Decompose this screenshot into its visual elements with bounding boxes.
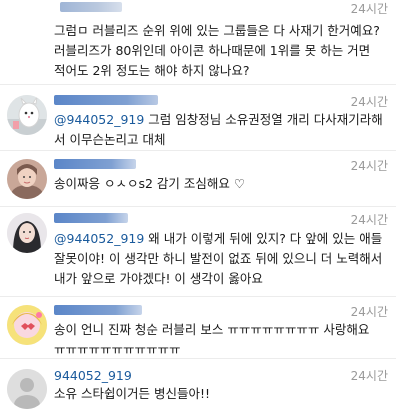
username-blurred[interactable] [54,95,158,105]
comment-item: 944052_919 24시간 소유 스타쉽이거든 병신들아!! [0,358,396,416]
comment-item: 24시간 @944052_919 왜 내가 이렇게 뒤에 있지? 다 앞에 있는… [0,206,396,291]
username-blurred[interactable] [54,213,128,223]
comment-item: 24시간 송이짜응 ㅇㅅㅇs2 감기 조심해요 ♡ [0,150,396,201]
anime-character-avatar-icon[interactable] [7,305,47,345]
username-blurred[interactable] [54,305,142,315]
comment-item: 24시간 송이 언니 진짜 청순 러블리 보스 ㅠㅠㅠㅠㅠㅠㅠㅠ 사랑해요 ㅠㅠ… [0,296,396,359]
comment-timestamp: 24시간 [350,2,388,16]
comment-timestamp: 24시간 [350,369,388,383]
cartoon-character-avatar-icon[interactable] [7,95,47,135]
comment-list: 24시간 그럼ㅁ 러블리즈 순위 위에 있는 그룹들은 다 사재기 한거예요? … [0,0,396,415]
mention-link[interactable]: @944052_919 [54,112,144,127]
comment-item: 24시간 그럼ㅁ 러블리즈 순위 위에 있는 그룹들은 다 사재기 한거예요? … [0,0,396,84]
comment-text: 송이 언니 진짜 청순 러블리 보스 ㅠㅠㅠㅠㅠㅠㅠㅠ 사랑해요 ㅠㅠㅠㅠㅠㅠㅠ… [54,322,370,357]
comment-timestamp: 24시간 [350,305,388,319]
comment-text: 송이짜응 ㅇㅅㅇs2 감기 조심해요 ♡ [54,176,246,191]
comment-timestamp: 24시간 [350,159,388,173]
comment-text: 그럼ㅁ 러블리즈 순위 위에 있는 그룹들은 다 사재기 한거예요? 러블리즈가… [54,23,380,78]
default-profile-avatar-icon[interactable] [7,369,47,409]
comment-text: @944052_919 그럼 임창정님 소유권정열 개리 다사재기라해서 이무슨… [54,110,384,150]
person-photo-avatar-icon[interactable] [7,159,47,199]
username-blurred[interactable] [60,2,122,12]
username-blurred[interactable] [54,159,136,169]
comment-timestamp: 24시간 [350,213,388,227]
comment-text: 소유 스타쉽이거든 병신들아!! [54,386,210,401]
comment-text: @944052_919 왜 내가 이렇게 뒤에 있지? 다 앞에 있는 애들 잘… [54,229,384,289]
person-photo-avatar-icon[interactable] [7,213,47,253]
comment-timestamp: 24시간 [350,95,388,109]
comment-username[interactable]: 944052_919 [54,369,132,383]
mention-link[interactable]: @944052_919 [54,231,144,246]
comment-item: 24시간 @944052_919 그럼 임창정님 소유권정열 개리 다사재기라해… [0,84,396,151]
